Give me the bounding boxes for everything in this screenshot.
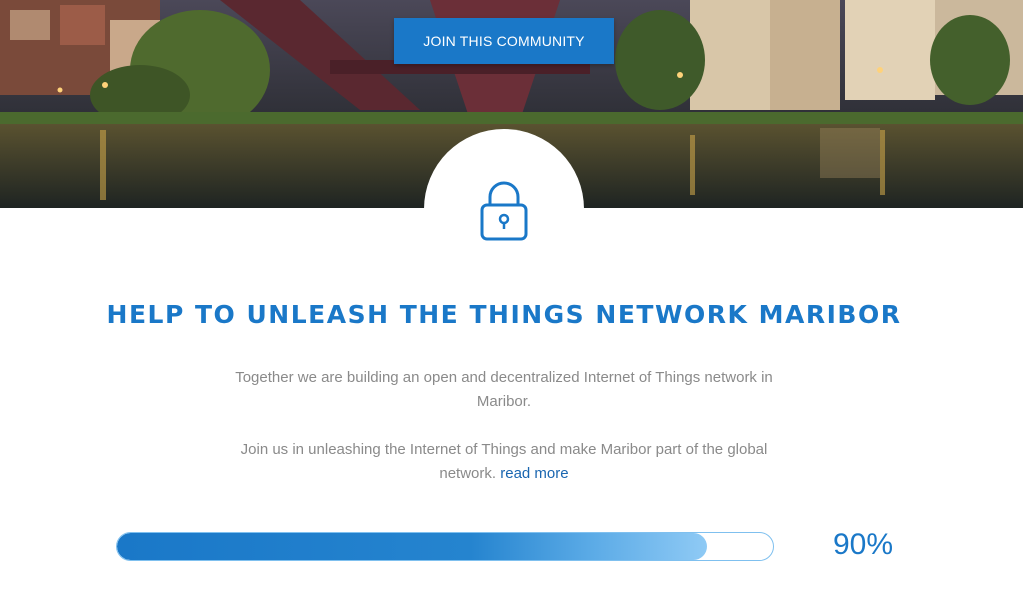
progress-fill — [117, 533, 708, 560]
intro-paragraph: Together we are building an open and dec… — [235, 369, 773, 410]
page-title: HELP TO UNLEASH THE THINGS NETWORK MARIB… — [106, 300, 902, 329]
join-paragraph: Join us in unleashing the Internet of Th… — [230, 438, 778, 486]
progress-bar — [116, 532, 774, 561]
join-community-button[interactable]: JOIN THIS COMMUNITY — [394, 18, 614, 64]
read-more-link[interactable]: read more — [500, 465, 568, 482]
lock-badge — [424, 129, 584, 289]
lock-icon — [480, 181, 528, 241]
progress-percent-label: 90% — [832, 528, 894, 561]
